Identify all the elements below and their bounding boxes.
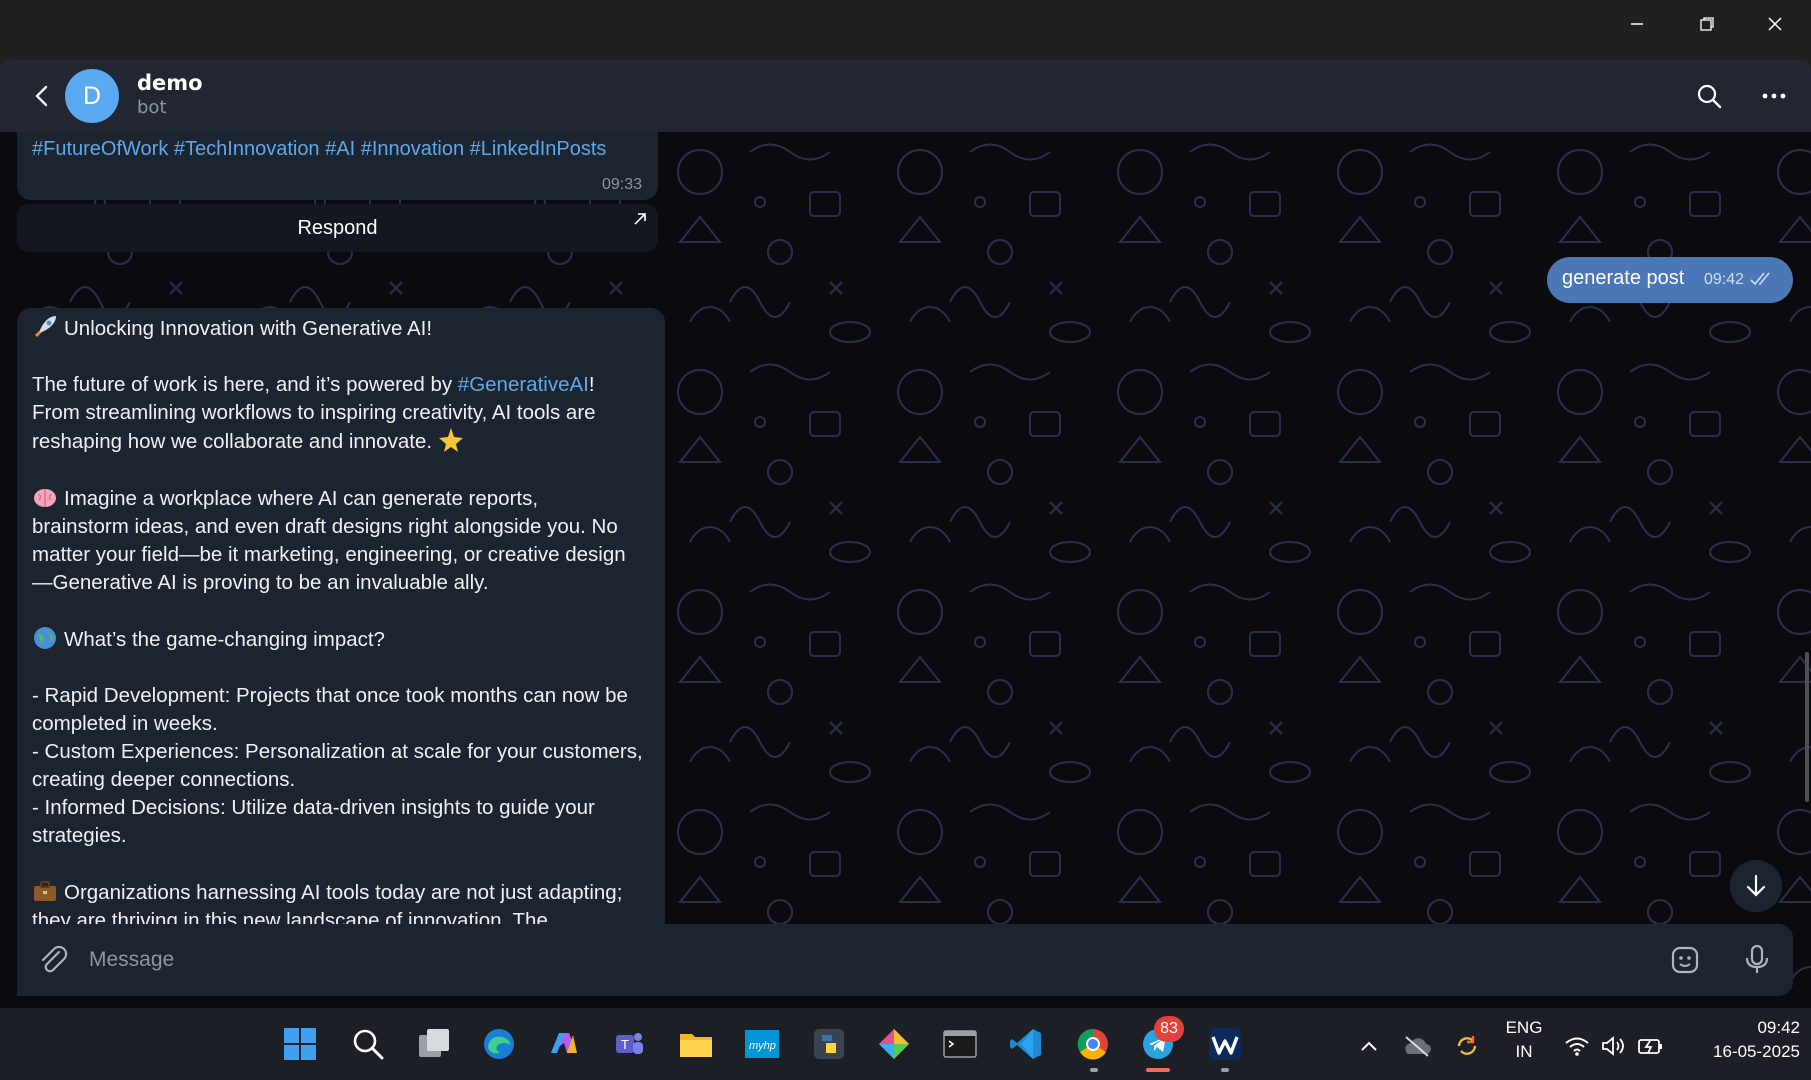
message-composer [17,924,1793,996]
clock-time: 09:42 [1757,1018,1800,1037]
post-p1-before: The future of work is here, and it’s pow… [32,373,458,396]
window-bottom-strip [0,996,1811,1008]
message-bubble-outgoing[interactable]: generate post 09:42 [1547,257,1793,303]
chat-scrollbar[interactable] [1805,652,1809,802]
terminal-icon[interactable] [938,1022,982,1066]
window-titlebar [0,0,1811,60]
post-p1-line2: From streamlining workflows to inspiring… [32,401,596,424]
message-bubble-post[interactable]: Unlocking Innovation with Generative AI!… [17,308,665,1006]
sticker-emoji-icon[interactable] [1665,940,1705,980]
post-bullet2-line2: creating deeper connections. [32,768,296,791]
brain-icon [34,489,56,507]
post-bullet2-line1: - Custom Experiences: Personalization at… [32,740,643,763]
onedrive-cloud-icon[interactable] [1402,1032,1432,1060]
attach-paperclip-icon[interactable] [35,942,71,978]
windsurf-app-icon[interactable] [1203,1022,1247,1066]
glowing-star-icon [438,428,463,452]
outgoing-message-text: generate post [1562,267,1685,289]
wifi-icon[interactable] [1562,1032,1592,1060]
svg-text:myhp: myhp [749,1040,776,1052]
post-headline: Unlocking Innovation with Generative AI! [64,317,433,340]
minimize-icon[interactable] [1612,8,1662,40]
telegram-unread-badge: 83 [1154,1016,1184,1042]
edge-browser-icon[interactable] [477,1022,521,1066]
message-time: 09:33 [601,176,642,193]
windsurf-running-indicator [1221,1068,1229,1072]
search-taskbar-icon[interactable] [346,1022,390,1066]
message-bubble-previous[interactable]: #FutureOfWork #TechInnovation #AI #Innov… [17,132,658,200]
svg-text:T: T [621,1037,629,1052]
teams-icon[interactable]: T [607,1022,651,1066]
avatar[interactable]: D [65,69,119,123]
chrome-running-indicator [1090,1068,1098,1072]
microphone-icon[interactable] [1737,940,1777,980]
chevron-up-icon[interactable] [1354,1032,1384,1060]
language-region: IN [1515,1042,1533,1061]
chat-status: bot [137,97,167,118]
file-explorer-icon[interactable] [674,1022,718,1066]
copilot-icon[interactable] [542,1022,586,1066]
chat-area[interactable]: #FutureOfWork #TechInnovation #AI #Innov… [0,132,1811,1006]
message-hashtags[interactable]: #FutureOfWork #TechInnovation #AI #Innov… [32,138,606,161]
post-p2-line3: matter your field—be it marketing, engin… [32,543,626,566]
telegram-active-indicator [1146,1068,1170,1072]
chat-header: D demo bot [0,60,1811,132]
scroll-to-bottom-button[interactable] [1730,860,1782,912]
restore-icon[interactable] [1682,8,1732,40]
chrome-icon[interactable] [1071,1022,1115,1066]
close-icon[interactable] [1750,8,1800,40]
post-bullet1-line2: completed in weeks. [32,712,218,735]
post-p2-line4: —Generative AI is proving to be an inval… [32,571,489,594]
arrow-down-icon [1746,874,1766,897]
open-arrow-icon [632,210,648,233]
post-bullet3-line2: strategies. [32,824,127,847]
briefcase-icon [34,881,56,901]
post-p3: What’s the game-changing impact? [64,628,385,651]
generativeai-hashtag-link[interactable]: #GenerativeAI [458,373,589,396]
windows-start-icon[interactable] [278,1022,322,1066]
sync-icon[interactable] [1452,1032,1482,1060]
post-bullet3-line1: - Informed Decisions: Utilize data-drive… [32,796,595,819]
post-bullet1-line1: - Rapid Development: Projects that once … [32,684,628,707]
message-input[interactable] [89,942,1629,978]
rocket-icon [34,316,56,338]
vscode-icon[interactable] [1004,1022,1048,1066]
globe-icon [34,627,56,649]
volume-icon[interactable] [1598,1032,1628,1060]
outgoing-message-time: 09:42 [1704,271,1745,288]
more-options-icon[interactable] [1754,76,1794,116]
taskbar-clock[interactable]: 09:42 16-05-2025 [1680,1016,1800,1064]
post-p1-line3: reshaping how we collaborate and innovat… [32,430,433,453]
clock-date: 16-05-2025 [1713,1042,1800,1061]
language-indicator[interactable]: ENG IN [1502,1016,1546,1064]
respond-button-label: Respond [297,216,378,239]
post-p2-line1: Imagine a workplace where AI can generat… [64,487,539,510]
language-code: ENG [1505,1018,1543,1037]
myhp-icon[interactable]: myhp [740,1022,784,1066]
search-icon[interactable] [1689,76,1729,116]
double-check-icon [1749,271,1777,292]
respond-button[interactable]: Respond [17,204,658,252]
task-view-icon[interactable] [412,1022,456,1066]
python-icon[interactable] [807,1022,851,1066]
post-p1-after: ! [588,373,595,396]
battery-charging-icon[interactable] [1636,1032,1666,1060]
back-arrow-icon[interactable] [24,78,60,114]
post-p5-line1: Organizations harnessing AI tools today … [64,881,623,904]
post-p2-line2: brainstorm ideas, and even draft designs… [32,515,618,538]
git-tool-icon[interactable] [872,1022,916,1066]
chat-title[interactable]: demo [137,71,203,95]
